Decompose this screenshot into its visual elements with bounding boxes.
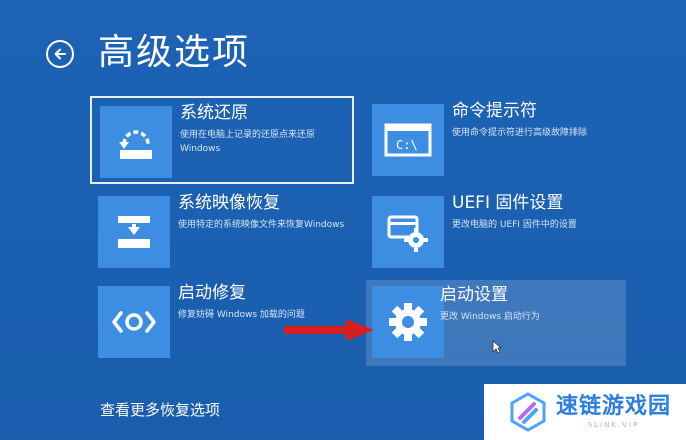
option-title: 命令提示符 xyxy=(452,101,537,121)
option-system-restore[interactable]: 系统还原 使用在电脑上记录的还原点来还原Windows xyxy=(90,96,354,184)
back-button[interactable] xyxy=(46,40,74,68)
option-uefi-firmware-settings[interactable]: UEFI 固件设置 更改电脑的 UEFI 固件中的设置 xyxy=(364,188,628,276)
option-title: 系统还原 xyxy=(180,103,248,123)
red-arrow-icon xyxy=(284,319,374,341)
option-description: 使用特定的系统映像文件来恢复Windows xyxy=(178,220,345,230)
svg-text:C:\: C:\ xyxy=(396,138,418,152)
option-description: 使用命令提示符进行高级故障排除 xyxy=(452,128,588,138)
advanced-options-screen: 高级选项 系统还原 使用在电脑上记录的还原点来还原Windows C:\ 命令提… xyxy=(0,0,686,440)
option-tile xyxy=(372,286,444,358)
option-title: UEFI 固件设置 xyxy=(452,193,564,213)
option-tile: C:\ xyxy=(372,104,444,176)
watermark-logo-icon xyxy=(510,392,546,432)
watermark-url: SLINK.VIP xyxy=(587,421,640,429)
watermark: 速链游戏园 SLINK.VIP xyxy=(484,384,686,440)
see-more-recovery-options-link[interactable]: 查看更多恢复选项 xyxy=(100,400,220,420)
startup-repair-icon xyxy=(112,311,156,333)
option-tile xyxy=(98,196,170,268)
option-system-image-recovery[interactable]: 系统映像恢复 使用特定的系统映像文件来恢复Windows xyxy=(90,188,354,276)
gear-icon xyxy=(389,303,427,341)
option-description: 更改电脑的 UEFI 固件中的设置 xyxy=(452,220,577,230)
option-tile xyxy=(372,196,444,268)
option-title: 启动修复 xyxy=(178,283,246,303)
watermark-text: 速链游戏园 SLINK.VIP xyxy=(556,394,671,430)
option-description: 更改 Windows 启动行为 xyxy=(440,312,540,322)
watermark-brand: 速链游戏园 xyxy=(556,394,672,419)
page-title: 高级选项 xyxy=(98,32,251,73)
system-image-icon xyxy=(118,216,150,248)
command-prompt-icon: C:\ xyxy=(384,123,432,157)
option-tile xyxy=(100,106,172,178)
uefi-settings-icon xyxy=(387,215,428,252)
option-tile xyxy=(98,286,170,358)
back-arrow-icon xyxy=(54,48,66,60)
system-restore-icon xyxy=(119,130,152,159)
option-command-prompt[interactable]: C:\ 命令提示符 使用命令提示符进行高级故障排除 xyxy=(364,96,628,184)
mouse-cursor-icon xyxy=(492,340,502,354)
option-title: 启动设置 xyxy=(440,285,508,305)
option-title: 系统映像恢复 xyxy=(178,193,280,213)
option-description: 使用在电脑上记录的还原点来还原Windows xyxy=(180,130,316,154)
